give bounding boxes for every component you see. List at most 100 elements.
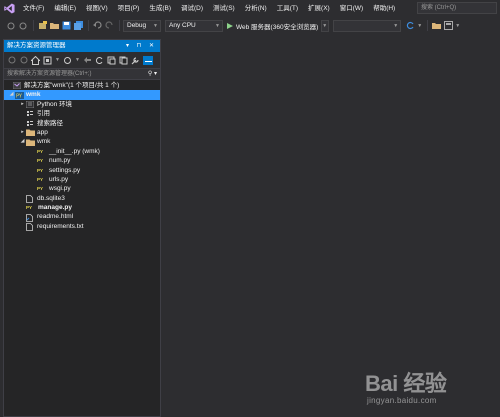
tree-item[interactable]: 搜索路径 [4,119,160,128]
solution-explorer-search-input[interactable]: 搜索解决方案资源管理器(Ctrl+;) ⚲ ▾ [4,68,160,80]
standard-toolbar: Debug ▼ Any CPU ▼ Web 服务器(360安全浏览器) ▼ ▼ … [0,17,500,34]
tree-item-label: db.sqlite3 [37,194,65,202]
svg-text:PY: PY [16,93,23,99]
pending-changes-icon[interactable] [63,56,72,65]
python-file-icon: PY [37,148,44,154]
quick-launch-input[interactable]: 搜索 (Ctrl+Q) [417,2,497,14]
solution-explorer-title-bar[interactable]: 解决方案资源管理器 ▾ ⊓ ✕ [4,40,160,52]
tree-item-project[interactable]: ◢ PY wmk [4,90,160,100]
tree-item-label: manage.py [38,204,72,212]
solution-configuration-select[interactable]: Debug ▼ [123,19,161,32]
solution-icon [12,81,22,90]
menu-item[interactable]: 生成(B) [144,0,176,17]
watermark-logo-text: Bai 经验 [365,371,447,396]
editor-area [161,36,500,417]
back-icon[interactable] [7,56,16,65]
solution-tree: 解决方案"wmk"(1 个项目/共 1 个) ◢ PY wmk ▸ Python … [4,80,160,231]
chevron-down-icon[interactable]: ▼ [75,56,80,65]
chevron-down-icon[interactable]: ▼ [55,56,60,65]
refresh-icon[interactable] [95,56,104,65]
forward-icon[interactable] [18,21,28,31]
home-icon[interactable] [31,55,40,65]
refresh-icon[interactable] [405,21,415,31]
switch-views-icon[interactable] [43,56,52,65]
chevron-down-icon: ▼ [393,22,399,29]
folder-icon [26,139,35,146]
menu-item[interactable]: 扩展(X) [303,0,335,17]
solution-explorer-toolbar: ▼ ▼ [4,52,160,68]
tree-item-label: Python 环境 [37,100,73,108]
properties-icon[interactable] [131,56,140,65]
menu-item[interactable]: 窗口(W) [335,0,368,17]
tree-item-label: urls.py [49,175,69,183]
tree-item[interactable]: 引用 [4,109,160,118]
tree-item[interactable]: ▸ Python 环境 [4,100,160,109]
visual-studio-logo-icon[interactable] [0,0,18,17]
sync-icon[interactable] [83,56,92,65]
menu-item[interactable]: 视图(V) [81,0,113,17]
menu-item[interactable]: 项目(P) [113,0,145,17]
menu-item[interactable]: 文件(F) [18,0,49,17]
python-file-icon: PY [37,158,44,164]
python-file-icon: PY [37,176,44,182]
tree-item[interactable]: db.sqlite3 [4,194,160,203]
tree-item-label: app [37,128,48,136]
tree-item[interactable]: PY __init__.py (wmk) [4,147,160,156]
tree-item[interactable]: requirements.txt [4,222,160,231]
menu-item[interactable]: 测试(S) [208,0,240,17]
toolbar-separator [88,20,89,31]
tree-item[interactable]: PY settings.py [4,166,160,175]
solution-platform-select[interactable]: Any CPU ▼ [165,19,223,32]
chevron-down-icon[interactable]: ▼ [417,21,422,31]
save-icon[interactable] [61,21,71,31]
tree-item-label: 搜索路径 [37,119,63,127]
expand-arrow-icon[interactable]: ◢ [19,137,26,146]
preview-selected-items-icon[interactable] [143,55,153,65]
undo-icon[interactable] [92,21,102,31]
solution-label: 解决方案"wmk"(1 个项目/共 1 个) [24,82,120,89]
toolbar-separator [427,20,429,31]
window-layout-icon[interactable] [443,21,453,31]
new-project-icon[interactable] [37,21,47,31]
run-target-dropdown[interactable]: ▼ [321,19,330,32]
menu-item[interactable]: 调试(D) [176,0,208,17]
panel-window-buttons[interactable]: ▾ ⊓ ✕ [126,40,157,52]
solution-platform-value: Any CPU [169,21,196,29]
search-icon[interactable]: ⚲ ▾ [148,69,157,79]
show-all-files-icon[interactable] [119,56,128,65]
collapse-all-icon[interactable] [107,56,116,65]
tree-item[interactable]: PY urls.py [4,175,160,184]
tree-item[interactable]: PY wsgi.py [4,184,160,193]
back-icon[interactable] [6,21,16,31]
open-file-icon[interactable] [49,21,59,31]
tree-item-solution[interactable]: 解决方案"wmk"(1 个项目/共 1 个) [4,81,160,90]
menu-item[interactable]: 编辑(E) [49,0,81,17]
expand-arrow-icon[interactable]: ▸ [19,128,26,137]
redo-icon[interactable] [104,21,114,31]
tree-item[interactable]: PY num.py [4,156,160,165]
collapse-arrow-icon[interactable]: ◢ [8,90,15,99]
python-environment-icon [25,100,35,109]
save-all-icon[interactable] [73,21,83,31]
tree-item[interactable]: readme.html [4,212,160,222]
project-label: wmk [26,91,41,99]
search-paths-icon [26,120,34,127]
forward-icon[interactable] [19,56,28,65]
tree-item-label: 引用 [37,110,50,118]
tree-item[interactable]: ◢ wmk [4,137,160,146]
watermark-url: jingyan.baidu.com [367,396,437,405]
chevron-down-icon: ▼ [215,22,220,29]
expand-arrow-icon[interactable]: ▸ [19,100,26,109]
tree-item[interactable]: PY manage.py [4,203,160,212]
menu-item[interactable]: 分析(N) [240,0,272,17]
chevron-down-icon[interactable]: ▼ [455,21,460,31]
solution-configuration-value: Debug [127,21,147,29]
menu-item[interactable]: 帮助(H) [368,0,400,17]
folder-icon[interactable] [431,21,441,31]
solution-explorer-title: 解决方案资源管理器 [7,42,66,49]
tree-item[interactable]: ▸ app [4,128,160,137]
toolbar-empty-select[interactable]: ▼ [333,19,402,32]
menu-bar: 文件(F) 编辑(E) 视图(V) 项目(P) 生成(B) 调试(D) 测试(S) 分析(N)… [0,0,500,17]
start-debugging-button[interactable]: Web 服务器(360安全浏览器) [227,20,318,32]
menu-item[interactable]: 工具(T) [272,0,303,17]
